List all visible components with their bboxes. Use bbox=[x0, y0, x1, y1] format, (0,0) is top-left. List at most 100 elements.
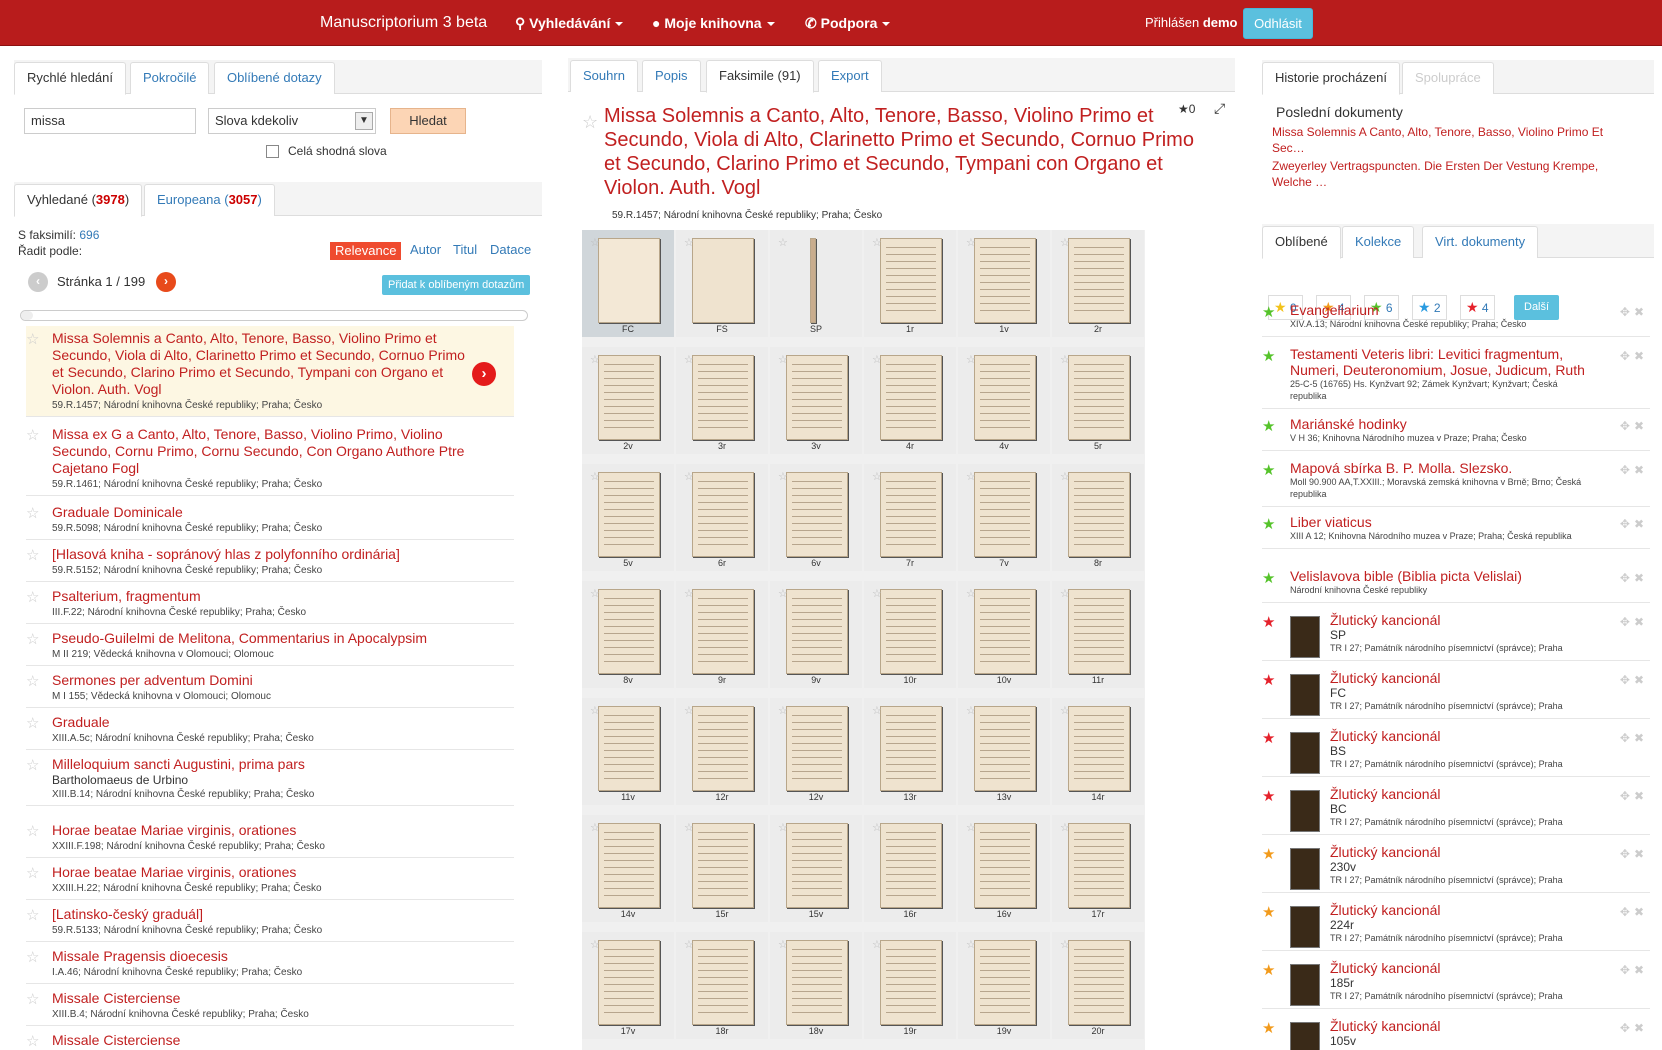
result-title[interactable]: [Hlasová kniha - sopránový hlas z polyfo… bbox=[52, 546, 472, 563]
star-icon[interactable]: ★ bbox=[1262, 419, 1275, 434]
menu-library[interactable]: ● Moje knihovna bbox=[652, 0, 775, 46]
tab-quick-search[interactable]: Rychlé hledání bbox=[14, 62, 126, 95]
favorite-item[interactable]: ★ Mariánské hodinky V H 36; Knihovna Národ… bbox=[1262, 416, 1650, 451]
star-icon[interactable]: ★ bbox=[1262, 963, 1275, 978]
facsimile-thumbnail[interactable]: ☆ 12v bbox=[770, 698, 862, 805]
move-icon[interactable]: ✥ bbox=[1620, 963, 1634, 977]
facsimile-thumbnail[interactable]: ☆ 4v bbox=[958, 347, 1050, 454]
star-icon[interactable]: ☆ bbox=[966, 236, 976, 249]
facsimile-thumbnail[interactable]: ☆ 10r bbox=[864, 581, 956, 688]
favorite-item[interactable]: ★ Žlutický kancionál FC TR I 27; Památník n… bbox=[1262, 670, 1650, 719]
star-icon[interactable]: ☆ bbox=[26, 590, 39, 605]
star-icon[interactable]: ☆ bbox=[684, 236, 694, 249]
result-title[interactable]: Psalterium, fragmentum bbox=[52, 588, 472, 605]
star-icon[interactable]: ★ bbox=[1262, 463, 1275, 478]
close-icon[interactable]: ✖ bbox=[1634, 789, 1648, 803]
search-scope-select[interactable]: Slova kdekoliv ▼ bbox=[208, 108, 376, 134]
favorite-title[interactable]: Velislavova bible (Biblia picta Velislai… bbox=[1290, 568, 1590, 584]
facsimile-thumbnail[interactable]: ☆ 18r bbox=[676, 932, 768, 1039]
add-to-saved-queries-button[interactable]: Přidat k oblíbeným dotazům bbox=[382, 275, 531, 295]
close-icon[interactable]: ✖ bbox=[1634, 615, 1648, 629]
result-item[interactable]: ☆ Sermones per adventum Domini M I 155; Vě… bbox=[26, 668, 514, 708]
favorite-title[interactable]: Mariánské hodinky bbox=[1290, 416, 1590, 432]
next-page-button[interactable]: › bbox=[156, 272, 176, 292]
facsimile-thumbnail[interactable]: ☆ 19r bbox=[864, 932, 956, 1039]
star-icon[interactable]: ☆ bbox=[26, 632, 39, 647]
facsimile-thumbnail[interactable]: ☆ 1r bbox=[864, 230, 956, 337]
star-icon[interactable]: ☆ bbox=[778, 704, 788, 717]
facsimile-thumbnail[interactable]: ☆ 10v bbox=[958, 581, 1050, 688]
favorite-item[interactable]: ★ Žlutický kancionál 185r TR I 27; Památník… bbox=[1262, 960, 1650, 1009]
logout-button[interactable]: Odhlásit bbox=[1243, 8, 1313, 39]
favorite-title[interactable]: Žlutický kancionál bbox=[1330, 670, 1630, 686]
move-icon[interactable]: ✥ bbox=[1620, 349, 1634, 363]
facsimile-thumbnail[interactable]: ☆ 1v bbox=[958, 230, 1050, 337]
close-icon[interactable]: ✖ bbox=[1634, 463, 1648, 477]
result-item[interactable]: ☆ Missale Pragensis dioecesis I.A.46; Náro… bbox=[26, 944, 514, 984]
facsimile-thumbnail[interactable]: ☆ 4r bbox=[864, 347, 956, 454]
favorite-title[interactable]: Žlutický kancionál bbox=[1330, 728, 1630, 744]
star-icon[interactable]: ☆ bbox=[966, 470, 976, 483]
tab-collections[interactable]: Kolekce bbox=[1342, 226, 1415, 258]
favorite-title[interactable]: Žlutický kancionál bbox=[1330, 844, 1630, 860]
favorite-item[interactable]: ★ Velislavova bible (Biblia picta Velisla… bbox=[1262, 568, 1650, 603]
facsimile-thumbnail[interactable]: ☆ 3r bbox=[676, 347, 768, 454]
close-icon[interactable]: ✖ bbox=[1634, 673, 1648, 687]
facsimile-thumbnail[interactable]: ☆ FC bbox=[582, 230, 674, 337]
star-icon[interactable]: ☆ bbox=[684, 470, 694, 483]
result-title[interactable]: Missa ex G a Canto, Alto, Tenore, Basso,… bbox=[52, 426, 472, 477]
close-icon[interactable]: ✖ bbox=[1634, 905, 1648, 919]
star-icon[interactable]: ★ bbox=[1262, 1021, 1275, 1036]
facsimile-thumbnail[interactable]: ☆ 16r bbox=[864, 815, 956, 922]
result-item[interactable]: ☆ Missa ex G a Canto, Alto, Tenore, Basso… bbox=[26, 422, 514, 496]
sort-author[interactable]: Autor bbox=[410, 242, 441, 257]
result-title[interactable]: Graduale Dominicale bbox=[52, 504, 472, 521]
star-icon[interactable]: ☆ bbox=[1060, 587, 1070, 600]
close-icon[interactable]: ✖ bbox=[1634, 963, 1648, 977]
star-icon[interactable]: ☆ bbox=[1060, 821, 1070, 834]
favorite-item[interactable]: ★ Mapová sbírka B. P. Molla. Slezsko. Moll… bbox=[1262, 460, 1650, 507]
favorite-title[interactable]: Žlutický kancionál bbox=[1330, 960, 1630, 976]
facsimile-thumbnail[interactable]: ☆ 14v bbox=[582, 815, 674, 922]
star-icon[interactable]: ☆ bbox=[26, 506, 39, 521]
sort-date[interactable]: Datace bbox=[490, 242, 531, 257]
star-icon[interactable]: ☆ bbox=[1060, 470, 1070, 483]
star-icon[interactable]: ★ bbox=[1262, 615, 1275, 630]
facsimile-filter[interactable]: S faksimilí: 696 bbox=[18, 228, 99, 242]
result-title[interactable]: Missale Cisterciense bbox=[52, 1032, 472, 1049]
star-icon[interactable]: ☆ bbox=[26, 866, 39, 881]
star-icon[interactable]: ☆ bbox=[1060, 353, 1070, 366]
star-icon[interactable]: ★ bbox=[1262, 905, 1275, 920]
result-item[interactable]: ☆ Missa Solemnis a Canto, Alto, Tenore, B… bbox=[26, 326, 514, 417]
favorite-item[interactable]: ★ Žlutický kancionál 105v ✥✖ bbox=[1262, 1018, 1650, 1050]
star-icon[interactable]: ☆ bbox=[778, 821, 788, 834]
facsimile-thumbnail[interactable]: ☆ 7r bbox=[864, 464, 956, 571]
sort-title[interactable]: Titul bbox=[453, 242, 477, 257]
facsimile-thumbnail[interactable]: ☆ 8r bbox=[1052, 464, 1144, 571]
search-input[interactable]: missa bbox=[24, 108, 196, 134]
star-icon[interactable]: ☆ bbox=[590, 704, 600, 717]
star-icon[interactable]: ☆ bbox=[590, 236, 600, 249]
result-item[interactable]: ☆ Horae beatae Mariae virginis, orationes… bbox=[26, 860, 514, 900]
facsimile-thumbnail[interactable]: ☆ 16v bbox=[958, 815, 1050, 922]
tab-export[interactable]: Export bbox=[818, 60, 882, 92]
favorite-item[interactable]: ★ Žlutický kancionál 224r TR I 27; Památník… bbox=[1262, 902, 1650, 951]
result-item[interactable]: ☆ Graduale XIII.A.5c; Národní knihovna Čes… bbox=[26, 710, 514, 750]
facsimile-thumbnail[interactable]: ☆ 9r bbox=[676, 581, 768, 688]
close-icon[interactable]: ✖ bbox=[1634, 305, 1648, 319]
star-icon[interactable]: ☆ bbox=[966, 704, 976, 717]
result-title[interactable]: Sermones per adventum Domini bbox=[52, 672, 472, 689]
star-icon[interactable]: ☆ bbox=[684, 353, 694, 366]
result-item[interactable]: ☆ Milleloquium sancti Augustini, prima pa… bbox=[26, 752, 514, 806]
favorite-title[interactable]: Žlutický kancionál bbox=[1330, 902, 1630, 918]
star-icon[interactable]: ☆ bbox=[26, 716, 39, 731]
star-icon[interactable]: ☆ bbox=[1060, 704, 1070, 717]
facsimile-thumbnail[interactable]: ☆ 18v bbox=[770, 932, 862, 1039]
facsimile-thumbnail[interactable]: ☆ 17r bbox=[1052, 815, 1144, 922]
star-icon[interactable]: ☆ bbox=[684, 938, 694, 951]
result-title[interactable]: Graduale bbox=[52, 714, 472, 731]
star-icon[interactable]: ★ bbox=[1262, 571, 1275, 586]
star-icon[interactable]: ☆ bbox=[778, 470, 788, 483]
tab-advanced[interactable]: Pokročilé bbox=[130, 62, 210, 94]
favorite-title[interactable]: Evangeliarium bbox=[1290, 302, 1590, 318]
